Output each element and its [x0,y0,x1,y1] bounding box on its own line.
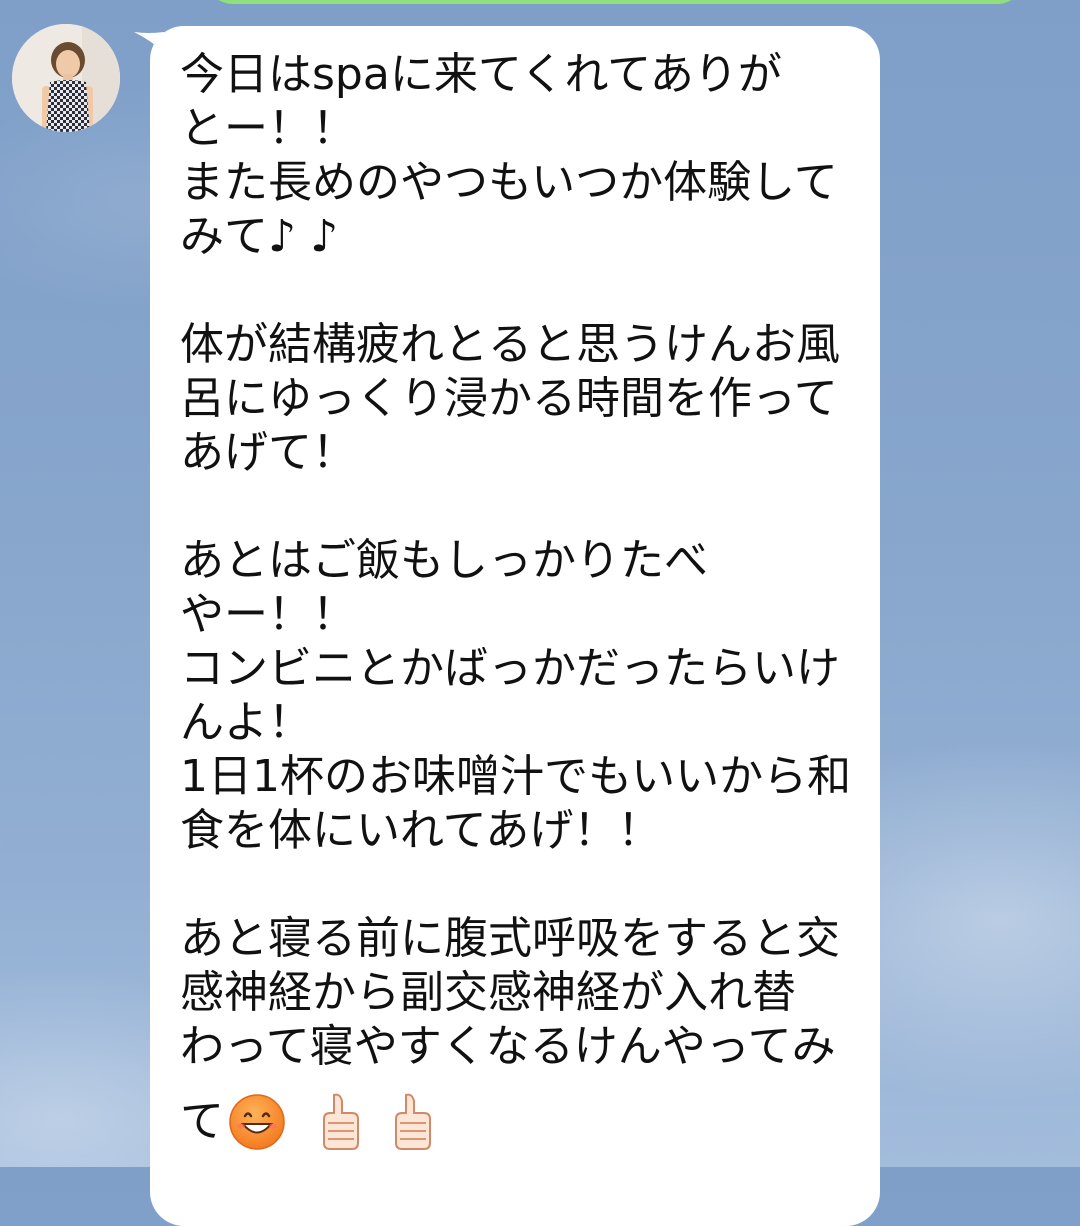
message-line: 食を体にいれてあげ！！ [180,805,662,856]
message-line: 1日1杯のお味噌汁でもいいから和 [180,751,852,802]
message-line: みて♪ ♪ [180,211,339,262]
sender-avatar[interactable] [12,24,120,132]
grinning-face-icon [229,1094,285,1150]
message-line: また長めのやつもいつか体験して [180,157,838,208]
previous-message-bubble [205,0,1025,4]
message-line: あげて！ [180,427,356,478]
thumbs-up-icon [395,1093,431,1150]
message-line: 呂にゆっくり浸かる時間を作って [180,373,838,424]
message-line: んよ！ [180,697,312,748]
message-line: あと寝る前に腹式呼吸をすると交 [180,913,840,964]
message-line: 感神経から副交感神経が入れ替 [180,967,796,1018]
message-text: 今日はspaに来てくれてありが とー！！ また長めのやつもいつか体験して みて♪ ♪ 体… [180,48,860,1154]
message-last-line: て [180,1090,860,1154]
message-line: あとはご飯もしっかりたべ [180,535,708,586]
message-line: 今日はspaに来てくれてありが [180,49,782,100]
message-line: やー！！ [180,589,356,640]
message-line: とー！！ [180,103,356,154]
avatar-photo [12,24,120,132]
bubble-tail [134,32,164,52]
message-line: コンビニとかばっかだったらいけ [180,643,840,694]
message-line: て [180,1096,224,1147]
message-line: 体が結構疲れとると思うけんお風 [180,319,840,370]
message-line: わって寝やすくなるけんやってみ [180,1021,836,1072]
thumbs-up-icon [323,1093,359,1150]
